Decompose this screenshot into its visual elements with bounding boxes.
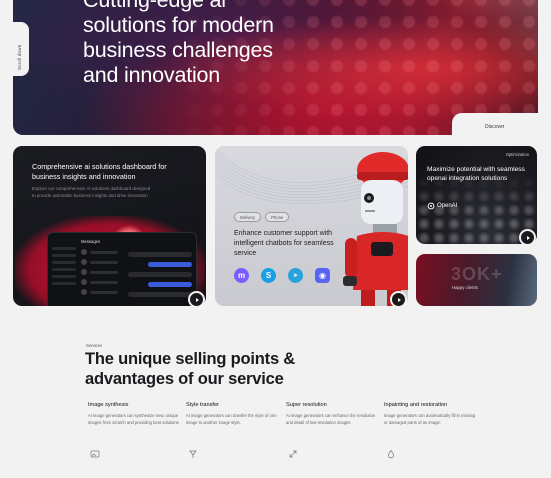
openai-icon (427, 202, 435, 210)
drop-icon (388, 449, 394, 459)
scroll-down-tab[interactable]: Scroll down (13, 22, 29, 76)
services-title: The unique selling points & advantages o… (85, 350, 296, 388)
openai-logo: OpenAI (427, 202, 457, 210)
resolution-icon (289, 450, 297, 458)
mockup-row (81, 269, 121, 275)
tag-chip[interactable]: Delivery (234, 212, 262, 222)
feature-text: AI image generators can synthesize new, … (88, 413, 179, 425)
chatbot-card-arrow-button[interactable] (390, 291, 407, 308)
discover-label: Discover (485, 124, 505, 130)
hero-title-line: and innovation (83, 63, 221, 87)
feature-super-resolution: Super resolution AI image generators can… (286, 402, 378, 458)
optimization-badge: Optimization (505, 152, 529, 157)
feature-title: Super resolution (286, 402, 327, 408)
openai-card[interactable]: Optimization Maximize potential with sea… (416, 146, 537, 244)
chatbot-tags: Delivery Phone (234, 212, 290, 222)
discord-icon[interactable]: ◉ (315, 268, 330, 283)
openai-card-arrow-button[interactable] (519, 229, 536, 246)
dashboard-card-description: Explore our comprehensive AI solutions d… (32, 186, 151, 198)
dashboard-screen-mockup: Messages (47, 232, 197, 306)
feature-text: AI image generators can transfer the sty… (186, 413, 277, 425)
happy-clients-card[interactable]: 3OK+ Happy clients (416, 254, 537, 306)
feature-title: Style transfer (186, 402, 219, 408)
dashboard-card[interactable]: Comprehensive ai solutions dashboard for… (13, 146, 206, 306)
spheres-texture (416, 146, 537, 244)
messenger-icon[interactable]: m (234, 268, 249, 283)
chatbot-card[interactable]: Delivery Phone Enhance customer support … (215, 146, 408, 306)
dashboard-card-title: Comprehensive ai solutions dashboard for… (32, 162, 167, 181)
feature-title: Inpainting and restoration (384, 402, 448, 408)
feature-text: AI image generators can enhance the reso… (286, 413, 376, 425)
robot-illustration (343, 152, 408, 306)
brush-icon (189, 450, 197, 458)
mockup-chat (128, 247, 192, 305)
hero-title: Cutting-edge ai solutions for modern bus… (83, 0, 383, 88)
clients-count: 3OK+ (451, 264, 503, 284)
mockup-row (81, 289, 121, 295)
feature-text: Image generators can automatically fill … (384, 413, 476, 425)
scroll-down-label: Scroll down (17, 44, 22, 70)
image-icon (90, 450, 100, 458)
chatbot-card-title: Enhance customer support with intelligen… (234, 230, 334, 257)
hero-title-line: solutions for modern (83, 13, 274, 37)
messenger-app-icons: m S ➤ ◉ (234, 268, 330, 283)
mockup-row (81, 279, 121, 285)
hero-title-line: Cutting-edge ai (83, 0, 226, 12)
mockup-row (81, 249, 121, 255)
hero-title-line: business challenges (83, 38, 273, 62)
clients-label: Happy clients (452, 285, 478, 290)
openai-card-title: Maximize potential with seamless openai … (427, 166, 525, 182)
feature-title: Image synthesis (88, 402, 129, 408)
feature-style-transfer: Style transfer AI image generators can t… (186, 402, 278, 458)
skype-icon[interactable]: S (261, 268, 276, 283)
openai-brand: OpenAI (437, 203, 458, 209)
feature-image-synthesis: Image synthesis AI image generators can … (88, 402, 180, 458)
mockup-row (81, 259, 121, 265)
discover-link[interactable]: Discover (452, 113, 542, 139)
mockup-sidebar (52, 243, 76, 303)
services-label: Services (86, 343, 103, 348)
mockup-screen-title: Messages (81, 239, 101, 244)
telegram-icon[interactable]: ➤ (288, 268, 303, 283)
tag-chip[interactable]: Phone (265, 212, 290, 222)
dashboard-card-arrow-button[interactable] (188, 291, 205, 308)
feature-inpainting: Inpainting and restoration Image generat… (384, 402, 476, 459)
